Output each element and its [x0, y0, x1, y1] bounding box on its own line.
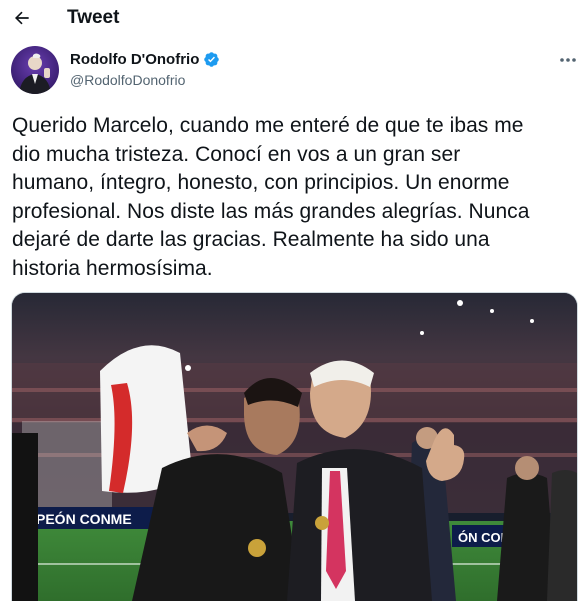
- avatar[interactable]: [11, 46, 59, 94]
- tweet-text: Querido Marcelo, cuando me enteré de que…: [12, 114, 530, 280]
- advertising-board-left: PEÓN CONME: [36, 510, 132, 527]
- more-options-button[interactable]: [556, 52, 580, 68]
- display-name[interactable]: Rodolfo D'Onofrio: [70, 51, 199, 68]
- more-horizontal-icon: [560, 58, 576, 62]
- tweet-photo[interactable]: PEÓN CONME ÓN CONME: [11, 292, 578, 601]
- back-button[interactable]: [8, 4, 36, 32]
- name-row: Rodolfo D'Onofrio: [70, 51, 220, 68]
- tweet-header: Tweet: [0, 0, 587, 38]
- tweet-author: Rodolfo D'Onofrio @RodolfoDonofrio: [0, 46, 587, 96]
- arrow-left-icon: [15, 11, 29, 25]
- verified-badge-icon: [204, 52, 220, 67]
- page-title: Tweet: [67, 7, 120, 28]
- user-handle[interactable]: @RodolfoDonofrio: [70, 72, 185, 88]
